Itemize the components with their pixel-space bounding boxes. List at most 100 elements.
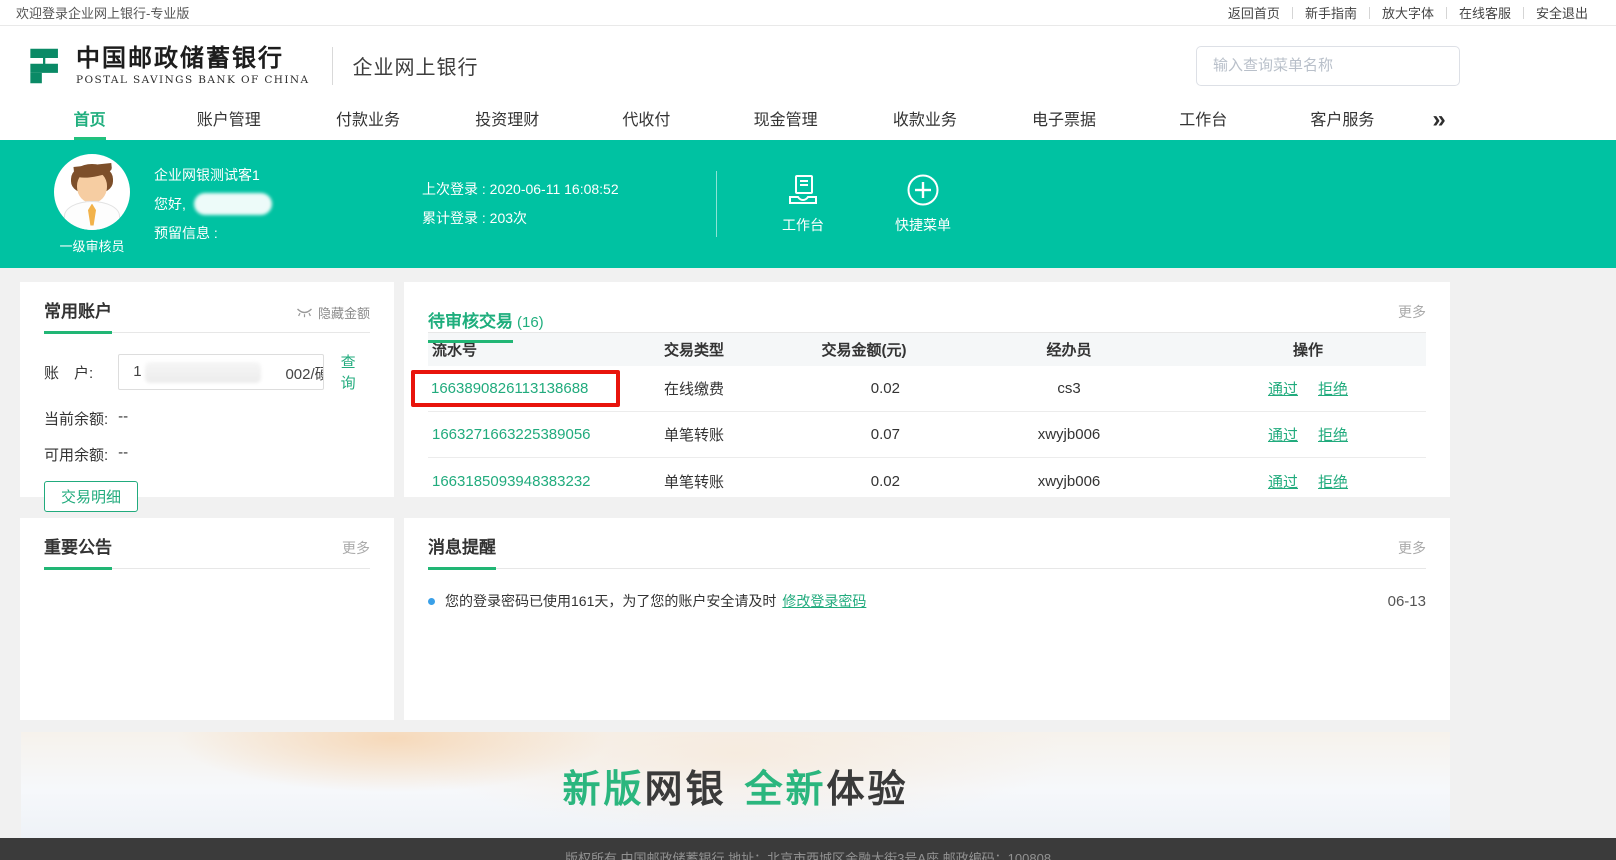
promo-part3: 全新 [745, 769, 827, 811]
login-info: 上次登录 : 2020-06-11 16:08:52 累计登录 : 203次 [422, 175, 716, 233]
announcements-more-link[interactable]: 更多 [342, 538, 370, 568]
pending-table: 流水号 交易类型 交易金额(元) 经办员 操作 1663890826113138… [428, 333, 1426, 504]
current-balance-value: -- [118, 408, 128, 429]
company-name: 企业网银测试客1 [154, 161, 422, 190]
nav-item-cash-management[interactable]: 现金管理 [716, 105, 855, 140]
page-title: 企业网上银行 [353, 51, 479, 80]
brand-name-cn: 中国邮政储蓄银行 [76, 45, 310, 71]
col-operator: 经办员 [944, 339, 1194, 360]
announcements-card: 重要公告 更多 [20, 518, 394, 720]
divider [716, 171, 717, 237]
nav-item-workbench[interactable]: 工作台 [1134, 105, 1273, 140]
link-return-home[interactable]: 返回首页 [1216, 3, 1292, 22]
nav-list: 首页 账户管理 付款业务 投资理财 代收付 现金管理 收款业务 电子票据 工作台… [20, 105, 1412, 140]
avatar-block: 一级审核员 [52, 154, 132, 255]
pending-more-link[interactable]: 更多 [1398, 302, 1426, 332]
hide-amount-label: 隐藏金额 [318, 303, 370, 322]
utility-links: 返回首页 新手指南 放大字体 在线客服 安全退出 [1216, 3, 1600, 22]
promo-part2: 网银 [644, 769, 726, 811]
available-balance-label: 可用余额: [44, 444, 108, 465]
txn-amount: 0.02 [784, 473, 944, 490]
approve-link[interactable]: 通过 [1268, 424, 1298, 445]
txn-operator: cs3 [944, 380, 1194, 397]
nav-item-home[interactable]: 首页 [20, 105, 159, 140]
transaction-detail-button[interactable]: 交易明细 [44, 481, 138, 512]
table-row: 1663890826113138688 在线缴费 0.02 cs3 通过 拒绝 [428, 366, 1426, 412]
quick-menu-entry[interactable]: 快捷菜单 [883, 173, 963, 235]
account-select[interactable]: 1 002/硬 [118, 354, 323, 390]
nav-item-payment[interactable]: 付款业务 [298, 105, 437, 140]
approve-link[interactable]: 通过 [1268, 378, 1298, 399]
reject-link[interactable]: 拒绝 [1318, 424, 1348, 445]
nav-item-investment[interactable]: 投资理财 [438, 105, 577, 140]
plus-circle-icon [906, 173, 940, 207]
promo-part4: 体验 [827, 769, 909, 811]
greeting-row: 您好, [154, 190, 422, 219]
message-item: 您的登录密码已使用161天，为了您的账户安全请及时 修改登录密码 06-13 [428, 591, 1426, 611]
txn-type: 单笔转账 [664, 424, 784, 445]
serial-link[interactable]: 1663185093948383232 [432, 473, 591, 490]
pending-count: (16) [517, 314, 544, 331]
menu-search-input[interactable] [1196, 46, 1460, 86]
link-online-service[interactable]: 在线客服 [1447, 3, 1523, 22]
nav-item-account-management[interactable]: 账户管理 [159, 105, 298, 140]
nav-item-customer-service[interactable]: 客户服务 [1273, 105, 1412, 140]
header: 中国邮政储蓄银行 POSTAL SAVINGS BANK OF CHINA 企业… [0, 26, 1616, 105]
promo-banner: 新版网银全新体验 [21, 732, 1450, 838]
workbench-entry[interactable]: 工作台 [763, 173, 843, 235]
brand: 中国邮政储蓄银行 POSTAL SAVINGS BANK OF CHINA 企业… [20, 43, 479, 89]
redacted-username [194, 193, 272, 215]
user-banner: 一级审核员 企业网银测试客1 您好, 预留信息 : 上次登录 : 2020-06… [0, 140, 1616, 268]
eye-closed-icon [296, 307, 313, 318]
available-balance-value: -- [118, 444, 128, 465]
hide-amount-toggle[interactable]: 隐藏金额 [296, 303, 370, 332]
user-role-label: 一级审核员 [52, 236, 132, 255]
reserved-info-label: 预留信息 : [154, 219, 422, 248]
table-row: 1663271663225389056 单笔转账 0.07 xwyjb006 通… [428, 412, 1426, 458]
account-label: 账 户: [44, 362, 118, 383]
txn-type: 单笔转账 [664, 471, 784, 492]
message-date: 06-13 [1388, 593, 1426, 610]
approve-link[interactable]: 通过 [1268, 471, 1298, 492]
change-password-link[interactable]: 修改登录密码 [782, 591, 866, 611]
divider [332, 47, 333, 85]
table-row: 1663185093948383232 单笔转账 0.02 xwyjb006 通… [428, 458, 1426, 504]
account-number-suffix: 002/硬 [285, 363, 323, 384]
nav-item-collection-payment[interactable]: 代收付 [577, 105, 716, 140]
messages-more-link[interactable]: 更多 [1398, 538, 1426, 568]
greeting-text: 您好, [154, 190, 186, 219]
link-safe-logout[interactable]: 安全退出 [1524, 3, 1600, 22]
col-type: 交易类型 [664, 339, 784, 360]
serial-link[interactable]: 1663890826113138688 [431, 380, 588, 397]
promo-part1: 新版 [562, 769, 644, 811]
serial-link[interactable]: 1663271663225389056 [432, 426, 591, 443]
workbench-icon [785, 173, 821, 207]
nav-item-receivables[interactable]: 收款业务 [855, 105, 994, 140]
main-nav: 首页 账户管理 付款业务 投资理财 代收付 现金管理 收款业务 电子票据 工作台… [0, 105, 1616, 140]
query-link[interactable]: 查询 [341, 351, 370, 393]
frequent-accounts-title: 常用账户 [44, 297, 112, 332]
top-utility-bar: 欢迎登录企业网上银行-专业版 返回首页 新手指南 放大字体 在线客服 安全退出 [0, 0, 1616, 26]
nav-expand-chevron-icon[interactable]: » [1412, 105, 1466, 140]
reject-link[interactable]: 拒绝 [1318, 378, 1348, 399]
txn-operator: xwyjb006 [944, 473, 1194, 490]
col-amount: 交易金额(元) [784, 339, 944, 360]
quick-menu-label: 快捷菜单 [883, 215, 963, 235]
message-text: 您的登录密码已使用161天，为了您的账户安全请及时 [445, 591, 776, 611]
link-enlarge-font[interactable]: 放大字体 [1370, 3, 1446, 22]
nav-item-e-bills[interactable]: 电子票据 [994, 105, 1133, 140]
announcements-title: 重要公告 [44, 533, 112, 568]
pending-title: 待审核交易 [428, 312, 513, 341]
redacted-account-number [145, 362, 261, 383]
link-beginner-guide[interactable]: 新手指南 [1293, 3, 1369, 22]
brand-text: 中国邮政储蓄银行 POSTAL SAVINGS BANK OF CHINA [76, 45, 310, 86]
table-header: 流水号 交易类型 交易金额(元) 经办员 操作 [428, 333, 1426, 366]
bullet-icon [428, 598, 435, 605]
pending-transactions-card: 待审核交易(16) 更多 流水号 交易类型 交易金额(元) 经办员 操作 166… [404, 282, 1450, 497]
main-content: 常用账户 隐藏金额 账 户: 1 002/硬 [0, 268, 1616, 720]
psbc-logo-icon [20, 43, 66, 89]
footer: 版权所有 中国邮政储蓄银行 地址：北京市西城区金融大街3号A座 邮政编码：100… [0, 838, 1616, 860]
reject-link[interactable]: 拒绝 [1318, 471, 1348, 492]
workbench-label: 工作台 [763, 215, 843, 235]
txn-type: 在线缴费 [664, 378, 784, 399]
